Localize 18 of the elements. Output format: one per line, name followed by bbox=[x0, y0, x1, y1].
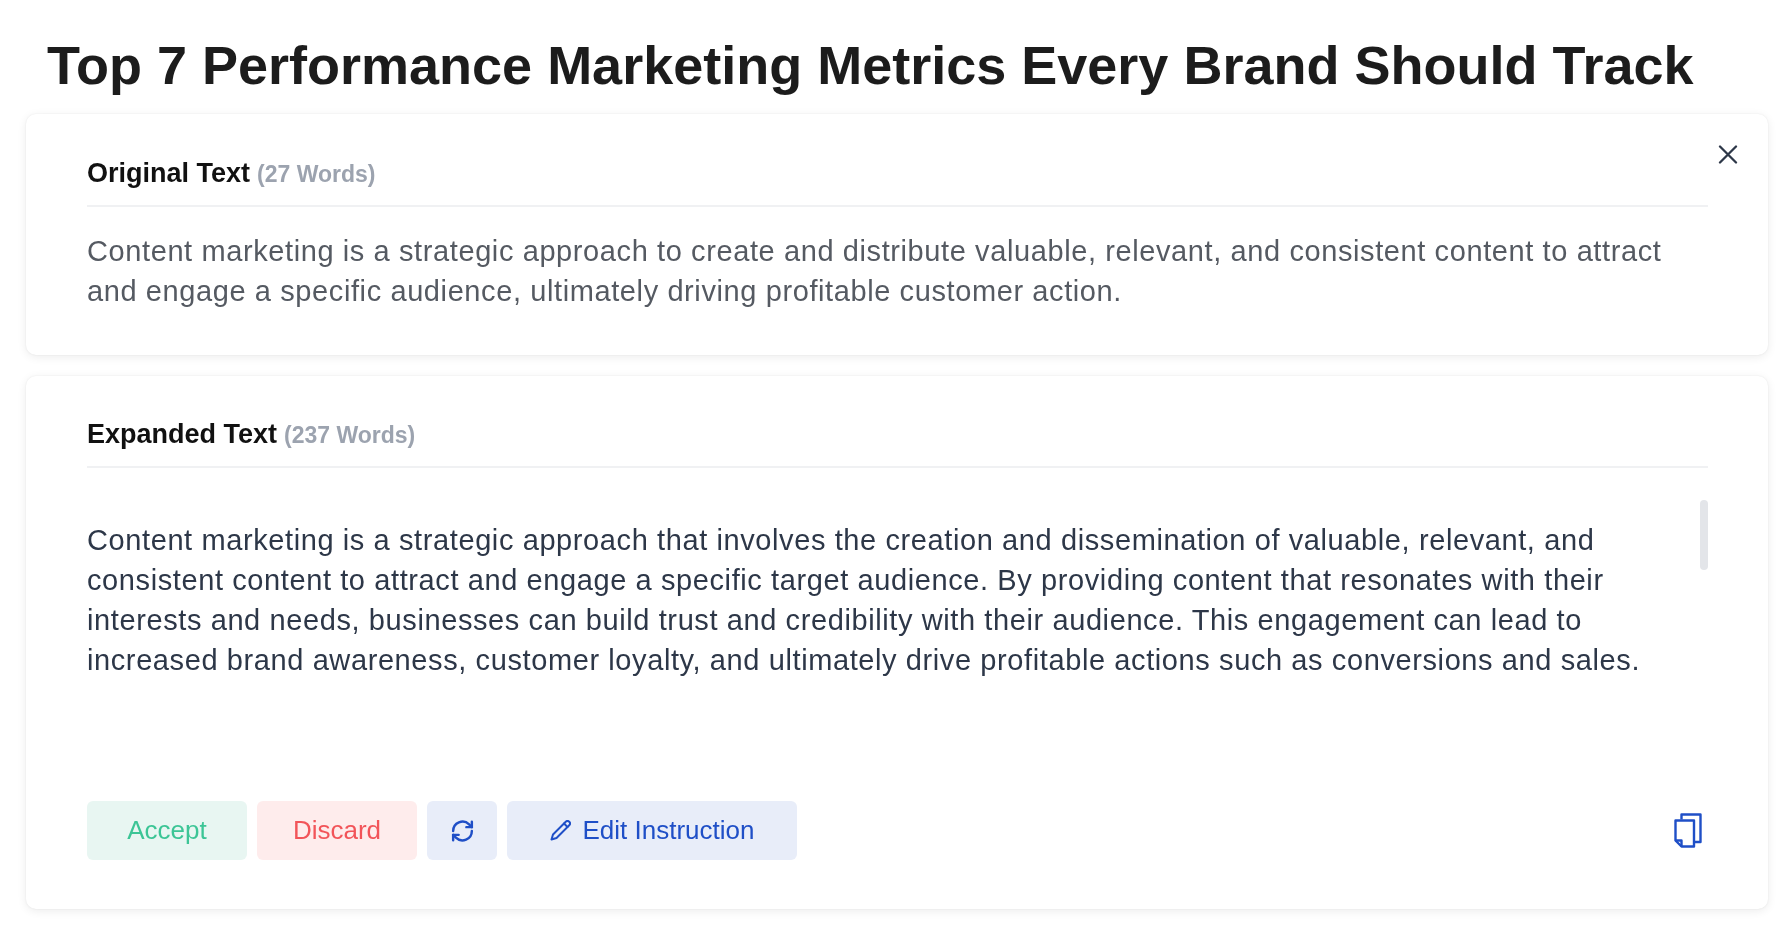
accept-button[interactable]: Accept bbox=[87, 801, 247, 860]
pencil-icon bbox=[549, 820, 571, 841]
discard-button[interactable]: Discard bbox=[257, 801, 417, 860]
refresh-icon bbox=[450, 819, 474, 842]
close-icon bbox=[1718, 145, 1738, 164]
page-title: Top 7 Performance Marketing Metrics Every Brand Should Track bbox=[47, 34, 1694, 97]
scrollbar-thumb[interactable] bbox=[1700, 500, 1708, 570]
copy-button[interactable] bbox=[1674, 813, 1702, 848]
edit-instruction-button[interactable]: Edit Instruction bbox=[507, 801, 797, 860]
copy-icon bbox=[1674, 813, 1702, 848]
refresh-button[interactable] bbox=[427, 801, 497, 860]
word-count: (27 Words) bbox=[257, 161, 376, 187]
section-heading: Original Text bbox=[87, 158, 251, 188]
expanded-text: Content marketing is a strategic approach that involves the creation and dissemination of valuable, relevant, and consistent content to attract and engage a specific target audience. By providing content that resonates with their interests and needs, businesses can build trust and credibility with their audience. This engagement can lead to increased brand awareness, customer loyalty, and ultimately drive profitable actions such as conversions and sales. bbox=[87, 523, 1642, 678]
original-text: Content marketing is a strategic approach to create and distribute valuable, relevant, and consistent content to attract and engage a specific audience, ultimately driving profitable customer action. bbox=[87, 234, 1663, 309]
word-count: (237 Words) bbox=[284, 422, 416, 448]
section-heading: Expanded Text bbox=[87, 419, 278, 449]
close-button[interactable] bbox=[1718, 145, 1738, 164]
